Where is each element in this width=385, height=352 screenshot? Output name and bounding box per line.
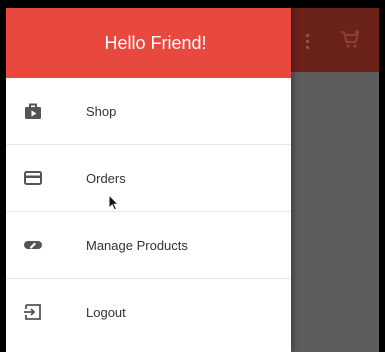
credit-card-icon <box>22 167 44 189</box>
drawer-item-label: Logout <box>86 304 126 320</box>
navigation-drawer: Hello Friend! Shop Orders Manage Product… <box>6 8 291 352</box>
app-frame: Hello Friend! Shop Orders Manage Product… <box>6 8 379 352</box>
mouse-cursor-icon <box>108 193 120 217</box>
drawer-item-label: Manage Products <box>86 237 188 253</box>
drawer-item-logout[interactable]: Logout <box>6 279 291 345</box>
more-vert-icon[interactable] <box>306 34 310 50</box>
drawer-title: Hello Friend! <box>104 32 207 53</box>
drawer-header: Hello Friend! <box>6 8 291 78</box>
cart-icon[interactable] <box>340 30 360 55</box>
drawer-item-shop[interactable]: Shop <box>6 78 291 144</box>
drawer-item-label: Shop <box>86 103 117 119</box>
edit-icon <box>22 234 44 256</box>
drawer-item-label: Orders <box>86 170 126 186</box>
drawer-item-orders[interactable]: Orders <box>6 145 291 211</box>
shop-icon <box>22 100 44 122</box>
logout-icon <box>22 301 44 323</box>
drawer-item-manage-products[interactable]: Manage Products <box>6 212 291 278</box>
